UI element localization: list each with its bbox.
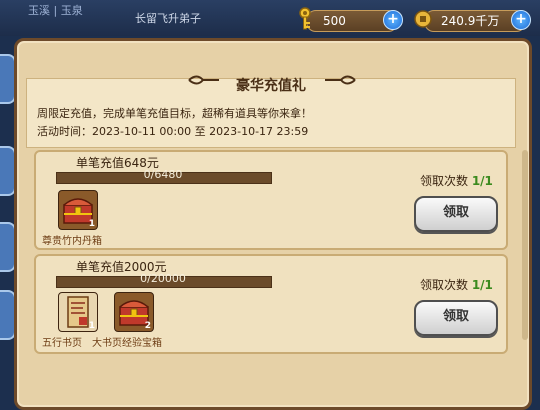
claim-button[interactable]: 领取 [414,300,498,336]
reward-quantity: 1 [88,321,95,331]
reward-quantity: 2 [144,321,151,331]
claim-count-label: 领取次数 [420,278,472,292]
top-bar: 玉溪 | 玉泉 长留飞升弟子 500 + 240.9千万 + [0,0,540,36]
background-player-name: 长留飞升弟子 [135,12,201,25]
keys-resource: 500 + [299,7,403,32]
add-coins-button[interactable]: + [511,10,531,30]
reward-name: 大书页经验宝箱 [92,338,162,349]
event-time-label: 活动时间： [37,125,92,138]
page-title: 豪华充值礼 [236,78,306,94]
reward-name: 五行书页 [42,338,82,349]
key-icon [299,7,311,30]
claim-count-value: 1/1 [471,278,493,292]
claim-count: 领取次数 1/1 [420,172,493,189]
background-text: 玉溪 | 玉泉 [28,4,83,17]
reward-item[interactable]: 1 [58,292,98,332]
task-card: 单笔充值2000元 0/20000 领取次数 1/1 领取 1 2 五行书页 大… [34,254,508,354]
add-keys-button[interactable]: + [383,10,403,30]
coin-icon [414,10,432,28]
reward-item[interactable]: 1 [58,190,98,230]
reward-item[interactable]: 2 [114,292,154,332]
reward-quantity: 1 [88,219,95,229]
ornament-right-icon [325,75,356,85]
claim-count-value: 1/1 [471,174,493,188]
event-header: 豪华充值礼 周限定充值，完成单笔充值目标，超稀有道具等你来拿！ 活动时间：202… [26,75,516,148]
progress-text: 0/20000 [140,272,186,285]
scrollbar[interactable] [522,150,528,340]
reward-name: 尊贵竹内丹箱 [42,236,102,247]
event-description: 周限定充值，完成单笔充值目标，超稀有道具等你来拿！ [37,107,312,120]
keys-value: 500 [323,14,346,28]
claim-button[interactable]: 领取 [414,196,498,232]
claim-count: 领取次数 1/1 [420,276,493,293]
progress-text: 0/6480 [143,168,183,181]
coins-value: 240.9千万 [441,14,500,28]
event-time: 活动时间：2023-10-11 00:00 至 2023-10-17 23:59 [37,123,308,139]
coins-resource: 240.9千万 + [414,10,531,32]
event-time-range: 2023-10-11 00:00 至 2023-10-17 23:59 [92,125,309,138]
task-card: 单笔充值648元 0/6480 领取次数 1/1 领取 1 尊贵竹内丹箱 [34,150,508,250]
claim-count-label: 领取次数 [420,174,472,188]
